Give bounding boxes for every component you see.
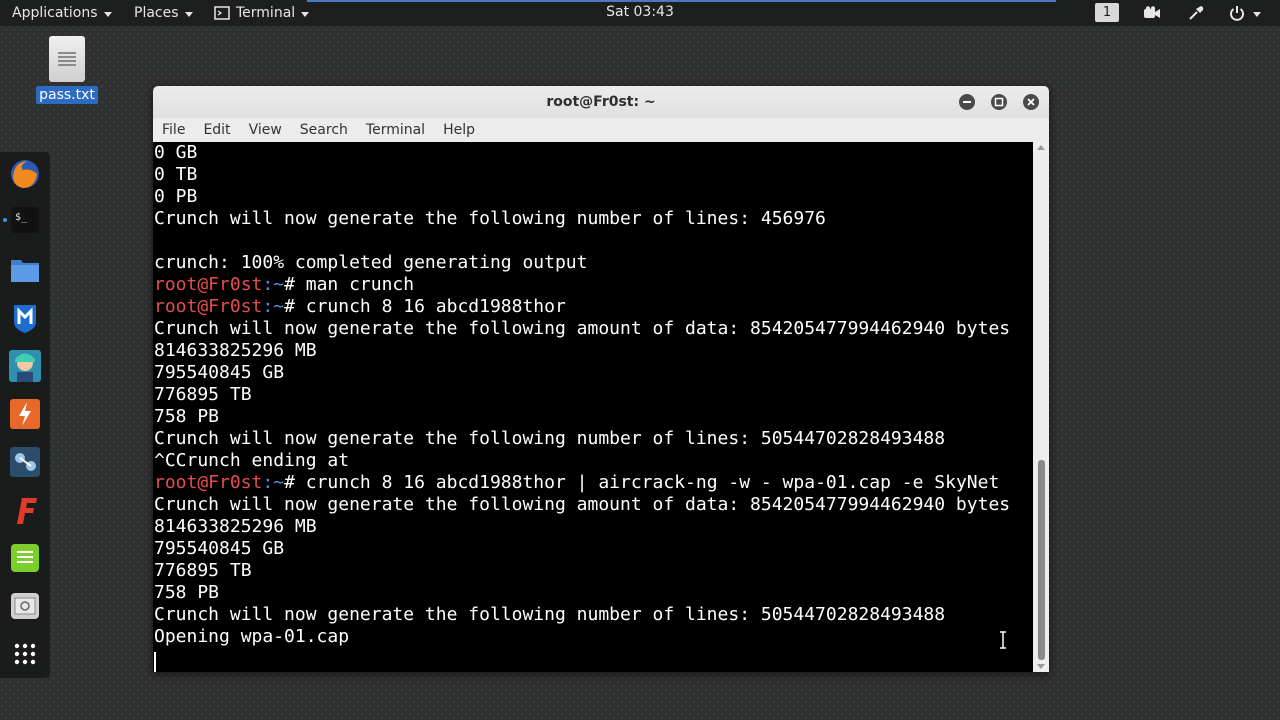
output-line: Crunch will now generate the following a…	[154, 318, 1010, 340]
terminal-output[interactable]: Opening wpa-01.cap Crunch will now genera…	[153, 142, 1033, 672]
line-text: 776895 TB	[154, 560, 252, 581]
close-button[interactable]	[1023, 94, 1039, 110]
faraday-icon[interactable]	[9, 494, 41, 526]
firefox-icon[interactable]	[9, 158, 41, 190]
window-title: root@Fr0st: ~	[546, 94, 656, 110]
line-text: 758 PB	[154, 582, 220, 603]
scrollbar[interactable]	[1033, 142, 1049, 672]
maltego-icon[interactable]	[9, 446, 41, 478]
dock: $_	[0, 152, 50, 678]
line-text: # crunch 8 16 abcd1988thor	[284, 296, 566, 317]
output-line: Crunch will now generate the following a…	[154, 494, 1010, 516]
color-picker-icon[interactable]	[1188, 5, 1204, 21]
line-text: # man crunch	[284, 274, 415, 295]
burpsuite-icon[interactable]	[9, 398, 41, 430]
line-text: crunch: 100% completed generating output	[154, 252, 588, 273]
maximize-button[interactable]	[991, 94, 1007, 110]
close-icon	[1027, 98, 1035, 106]
menu-file[interactable]: File	[153, 122, 194, 138]
chevron-down-icon	[1253, 11, 1261, 17]
line-text: 758 PB	[154, 406, 220, 427]
line-text: 0 GB	[154, 142, 198, 163]
prompt-user: root@Fr0st	[154, 472, 263, 493]
output-line: 814633825296 MB	[154, 340, 317, 362]
output-line: Crunch will now generate the following n…	[154, 428, 945, 450]
output-line: Crunch will now generate the following n…	[154, 604, 945, 626]
output-line: 776895 TB	[154, 384, 252, 406]
camera-icon[interactable]	[1143, 5, 1161, 21]
output-line: 776895 TB	[154, 560, 252, 582]
output-line: crunch: 100% completed generating output	[154, 252, 587, 274]
line-text: 814633825296 MB	[154, 516, 317, 537]
desktop-file-pass-txt[interactable]: pass.txt	[36, 36, 98, 104]
line-text: 795540845 GB	[154, 538, 285, 559]
line-text: 0 TB	[154, 164, 198, 185]
ibeam-cursor-icon	[1000, 631, 1006, 649]
prompt-path: :~	[262, 274, 285, 295]
text-cursor	[154, 652, 156, 672]
svg-text:$_: $_	[15, 212, 28, 223]
maximize-icon	[994, 97, 1004, 107]
output-line: 758 PB	[154, 406, 219, 428]
line-text: Crunch will now generate the following n…	[154, 208, 826, 229]
power-icon	[1230, 6, 1244, 21]
prompt-user: root@Fr0st	[154, 296, 263, 317]
menu-terminal[interactable]: Terminal	[357, 122, 434, 138]
screenshot-icon[interactable]	[9, 590, 41, 622]
menu-view[interactable]: View	[240, 122, 291, 138]
text-file-icon	[49, 36, 85, 82]
output-line: 0 PB	[154, 186, 197, 208]
clock[interactable]: Sat 03:43	[0, 4, 1280, 20]
line-text: ^CCrunch ending at	[154, 450, 350, 471]
line-text: Crunch will now generate the following a…	[154, 494, 1011, 515]
metasploit-icon[interactable]	[9, 302, 41, 334]
menu-help[interactable]: Help	[434, 122, 484, 138]
line-text: Crunch will now generate the following n…	[154, 428, 946, 449]
output-line: 795540845 GB	[154, 538, 284, 560]
prompt-path: :~	[262, 472, 285, 493]
output-line: ^CCrunch ending at	[154, 450, 349, 472]
output-line: Opening wpa-01.cap	[154, 626, 349, 648]
line-text: Crunch will now generate the following n…	[154, 604, 946, 625]
output-line: 758 PB	[154, 582, 219, 604]
desktop-file-label: pass.txt	[36, 86, 98, 104]
output-line: Crunch will now generate the following n…	[154, 208, 826, 230]
line-text: # crunch 8 16 abcd1988thor | aircrack-ng…	[284, 472, 1000, 493]
output-line: 0 TB	[154, 164, 197, 186]
line-text: Crunch will now generate the following a…	[154, 318, 1011, 339]
prompt-line: root@Fr0st:~# crunch 8 16 abcd1988thor	[154, 296, 566, 318]
prompt-path: :~	[262, 296, 285, 317]
output-line: 795540845 GB	[154, 362, 284, 384]
prompt-line: root@Fr0st:~# crunch 8 16 abcd1988thor |…	[154, 472, 999, 494]
scroll-up-icon[interactable]	[1037, 145, 1045, 150]
panel-accent-line	[307, 0, 1056, 2]
files-icon[interactable]	[9, 254, 41, 286]
leafpad-icon[interactable]	[9, 542, 41, 574]
prompt-line: root@Fr0st:~# man crunch	[154, 274, 414, 296]
show-apps-icon[interactable]	[9, 638, 41, 670]
line-text: 0 PB	[154, 186, 198, 207]
terminal-icon[interactable]: $_	[9, 204, 41, 236]
window-menubar: File Edit View Search Terminal Help	[153, 118, 1049, 143]
window-titlebar[interactable]: root@Fr0st: ~	[153, 86, 1049, 118]
output-line: 0 GB	[154, 142, 197, 164]
line-text: Opening wpa-01.cap	[154, 626, 350, 647]
terminal-window: root@Fr0st: ~ File Edit View Search Term…	[153, 86, 1049, 672]
menu-search[interactable]: Search	[291, 122, 357, 138]
menu-edit[interactable]: Edit	[194, 122, 239, 138]
line-text: 776895 TB	[154, 384, 252, 405]
line-text: 795540845 GB	[154, 362, 285, 383]
line-text: 814633825296 MB	[154, 340, 317, 361]
prompt-user: root@Fr0st	[154, 274, 263, 295]
minimize-icon	[963, 101, 971, 103]
power-menu[interactable]	[1229, 5, 1261, 21]
workspace-indicator[interactable]: 1	[1095, 3, 1119, 22]
top-panel: Applications Places Terminal Sat 03:43 1	[0, 0, 1280, 26]
minimize-button[interactable]	[959, 94, 975, 110]
running-indicator	[3, 218, 7, 222]
armitage-icon[interactable]	[9, 350, 41, 382]
scrollbar-thumb[interactable]	[1038, 460, 1045, 660]
output-line: 814633825296 MB	[154, 516, 317, 538]
scroll-down-icon[interactable]	[1037, 664, 1045, 669]
